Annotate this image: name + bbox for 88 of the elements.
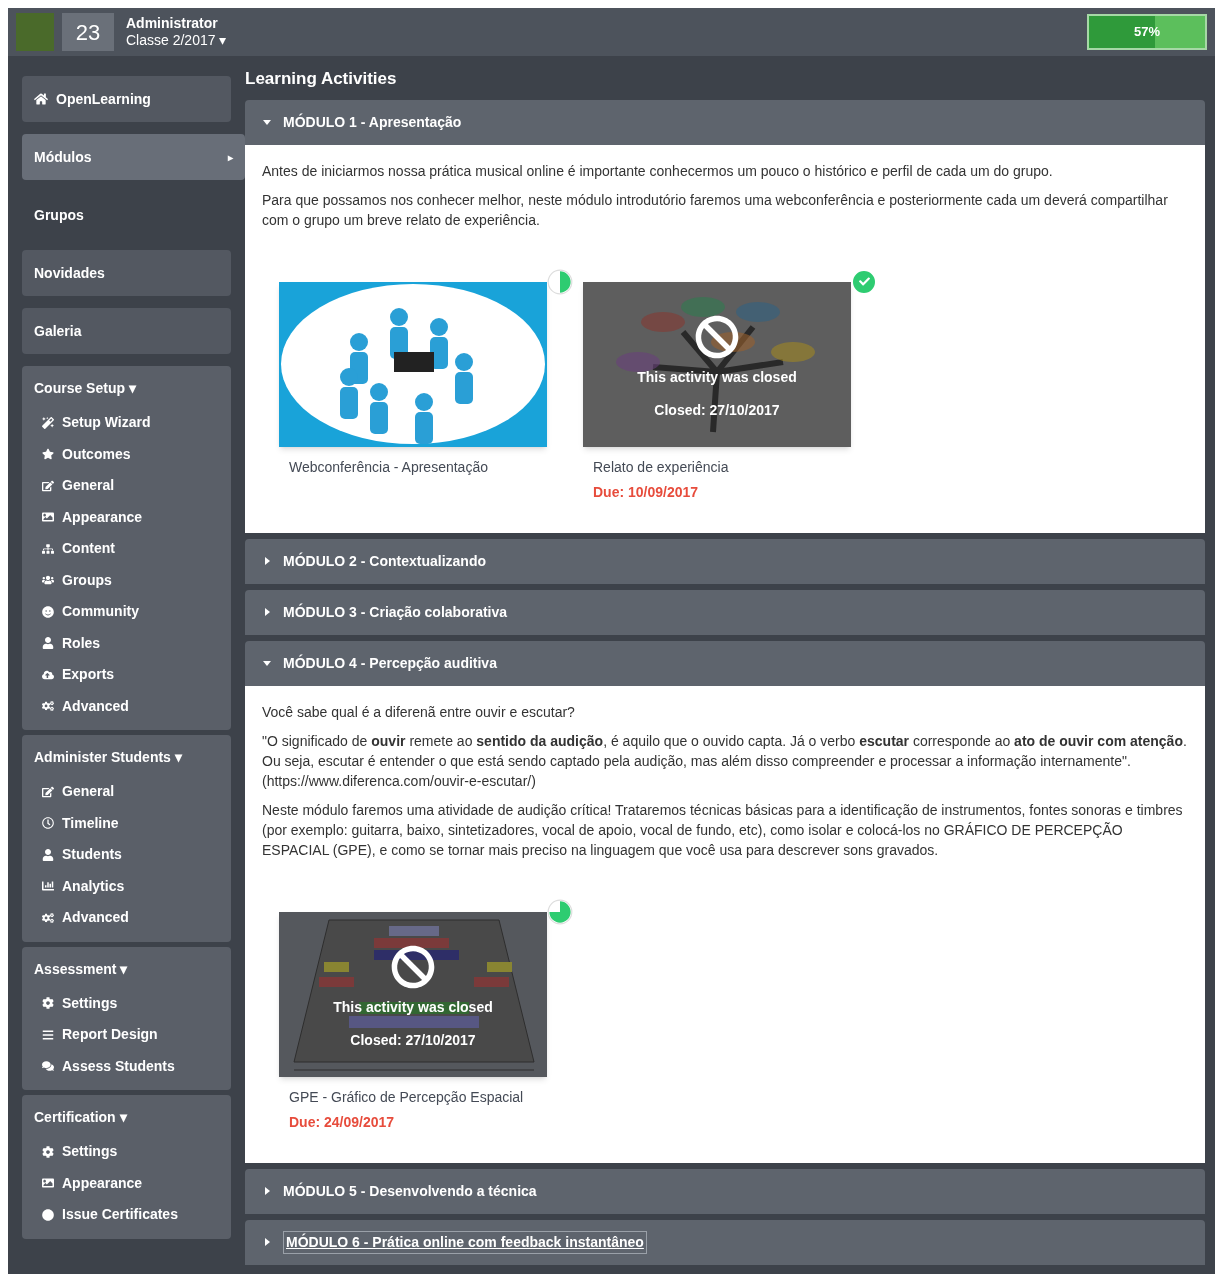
image-icon — [42, 1177, 54, 1190]
menu-heading[interactable]: Certification ▾ — [34, 1107, 219, 1128]
smile-icon — [42, 605, 54, 618]
menu-item[interactable]: Settings — [34, 987, 219, 1019]
user-icon — [42, 848, 54, 861]
user-icon — [42, 637, 54, 650]
caret-icon — [263, 1238, 271, 1246]
closed-message: This activity was closed — [333, 998, 493, 1017]
clock-icon — [42, 817, 54, 830]
menu-item[interactable]: Issue Certificates — [34, 1199, 219, 1231]
menu-item[interactable]: General — [34, 470, 219, 502]
menu-item[interactable]: Community — [34, 596, 219, 628]
menu-item[interactable]: Outcomes — [34, 438, 219, 470]
edit-icon — [42, 479, 54, 492]
diagram-illustration[interactable] — [279, 911, 547, 1077]
menu-item[interactable]: Report Design — [34, 1019, 219, 1051]
caret-icon — [263, 1187, 271, 1195]
progress-label: 57% — [1133, 23, 1161, 42]
activity-title[interactable]: Webconferência - Apresentação — [289, 456, 563, 478]
module-paragraph: "O significado de ouvir remete ao sentido da audição, é aquilo que o ouvido capta. Já o verbo escutar corresponde ao ato de ouvir com atenção. Ou seja, escutar é entender o que está sendo captado pela audição, mas além disso compreender e processar a informação internamente". (https://www.diferenca.com/ouvir-e-escutar/) — [262, 731, 1188, 791]
module-header[interactable]: MÓDULO 6 - Prática online com feedback instantâneo — [245, 1219, 1205, 1265]
cogs-icon — [42, 911, 54, 924]
module-paragraph: Você sabe qual é a diferenã entre ouvir e escutar? — [262, 702, 576, 722]
progress-pie-icon — [547, 898, 573, 925]
wand-icon — [42, 416, 54, 429]
menu-item[interactable]: Settings — [34, 1136, 219, 1168]
users-icon — [42, 574, 54, 587]
edit-icon — [42, 785, 54, 798]
module-header[interactable]: MÓDULO 4 - Percepção auditiva — [245, 640, 1205, 686]
activity-title[interactable]: GPE - Gráfico de Percepção Espacial — [289, 1086, 563, 1108]
menu-item[interactable]: Groups — [34, 564, 219, 596]
star-icon — [42, 448, 54, 461]
module-header[interactable]: MÓDULO 3 - Criação colaborativa — [245, 589, 1205, 635]
menu-item[interactable]: Exports — [34, 659, 219, 691]
chat-icon — [42, 1060, 54, 1073]
cloud-upload-icon — [42, 668, 54, 681]
due-date: Due: 24/09/2017 — [289, 1112, 396, 1132]
caret-icon — [263, 557, 271, 565]
people-illustration[interactable] — [279, 281, 547, 447]
module-paragraph: Antes de iniciarmos nossa prática musical online é importante conhecermos um pouco o histórico e perfil de cada um do grupo. — [262, 161, 1054, 181]
menu-item[interactable]: Roles — [34, 627, 219, 659]
menu-item[interactable]: Content — [34, 533, 219, 565]
menu-item[interactable]: Setup Wizard — [34, 407, 219, 439]
sitemap-icon — [42, 542, 54, 555]
menu-heading[interactable]: Assessment ▾ — [34, 958, 219, 980]
menu-item[interactable]: Timeline — [34, 807, 219, 839]
due-date: Due: 10/09/2017 — [593, 482, 700, 502]
counter-badge: 23 — [62, 13, 114, 51]
menu-item[interactable]: Analytics — [34, 870, 219, 902]
module-header[interactable]: MÓDULO 2 - Contextualizando — [245, 538, 1205, 584]
settings-icon — [42, 997, 54, 1010]
ban-icon — [391, 945, 435, 989]
ban-icon — [695, 315, 739, 359]
list-icon — [42, 1028, 54, 1041]
menu-item[interactable]: Appearance — [34, 1167, 219, 1199]
tree-illustration[interactable] — [583, 281, 851, 447]
menu-item[interactable]: Advanced — [34, 690, 219, 722]
closed-date: Closed: 27/10/2017 — [350, 1031, 476, 1050]
page-title: Learning Activities — [245, 68, 398, 90]
menu-item[interactable]: Assess Students — [34, 1050, 219, 1082]
caret-icon — [263, 659, 271, 667]
class-selector[interactable]: Administrator Classe 2/2017 ▾ — [126, 15, 227, 49]
progress-pie-icon — [547, 268, 573, 295]
module-paragraph: Para que possamos nos conhecer melhor, neste módulo introdutório faremos uma webconferência e posteriormente cada um deverá compartilhar com o grupo um breve relato de experiência. — [262, 190, 1169, 230]
bar-chart-icon — [42, 880, 54, 893]
nav-item[interactable]: Galeria — [22, 308, 231, 354]
nav-item[interactable]: Grupos — [22, 192, 231, 238]
caret-icon — [263, 608, 271, 616]
caret-icon — [263, 118, 271, 126]
menu-item[interactable]: Students — [34, 839, 219, 871]
home-icon — [34, 92, 48, 106]
menu-item[interactable]: General — [34, 776, 219, 808]
menu-heading[interactable]: Administer Students ▾ — [34, 747, 219, 768]
cogs-icon — [42, 700, 54, 713]
nav-item[interactable]: Módulos ▸ — [22, 134, 245, 180]
module-header[interactable]: MÓDULO 1 - Apresentação — [245, 99, 1205, 145]
menu-heading[interactable]: Course Setup ▾ — [34, 378, 219, 399]
nav-item[interactable]: OpenLearning — [22, 76, 231, 122]
menu-item[interactable]: Advanced — [34, 902, 219, 934]
closed-message: This activity was closed — [637, 368, 797, 387]
nav-item[interactable]: Novidades — [22, 250, 231, 296]
image-icon — [42, 511, 54, 524]
settings-icon — [42, 1145, 54, 1158]
module-header[interactable]: MÓDULO 5 - Desenvolvendo a técnica — [245, 1168, 1205, 1214]
activity-title[interactable]: Relato de experiência — [593, 456, 867, 478]
closed-date: Closed: 27/10/2017 — [654, 401, 780, 420]
menu-item[interactable]: Appearance — [34, 501, 219, 533]
module-paragraph: Neste módulo faremos uma atividade de audição crítica! Trataremos técnicas básicas para a identificação de instrumentos, fontes sonoras e timbres (por exemplo: guitarra, baixo, sintetizadores, vocal de apoio, vocal de fundo, etc), como isolar e colocá-los no GRÁFICO DE PERCEPÇÃO ESPACIAL (GPE), e como se tornar mais preciso na linguagem que você usa para descrever sons gravados. — [262, 800, 1184, 860]
